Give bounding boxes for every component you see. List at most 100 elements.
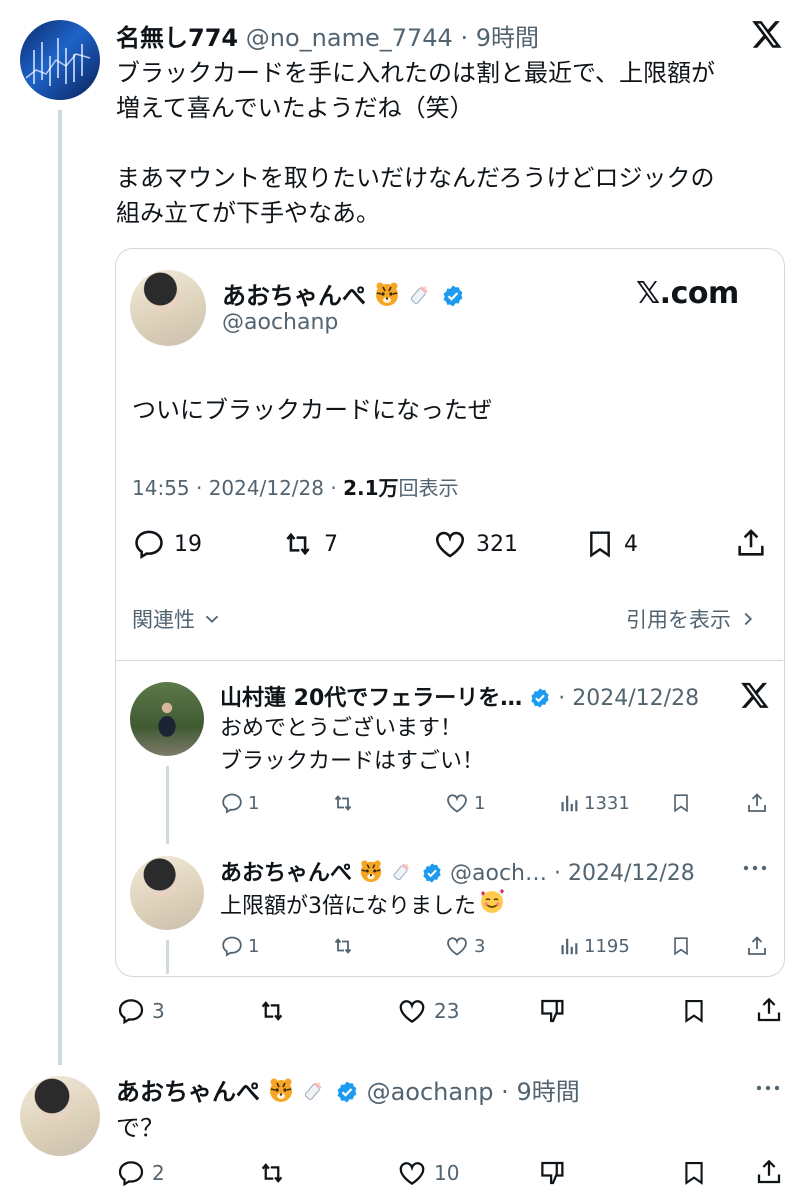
share-button[interactable] (754, 1157, 784, 1187)
tweet-header: あおちゃんぺ @aochanp · 9時間 (116, 1072, 580, 1110)
baby-bottle-icon (407, 281, 433, 313)
reply-button[interactable]: 2 (116, 1158, 165, 1188)
author-handle[interactable]: @no_name_7744 (246, 24, 453, 52)
embed-share-button[interactable] (734, 526, 768, 560)
downvote-button[interactable] (538, 996, 568, 1026)
reply-icon (118, 999, 144, 1025)
reply-text: 上限額が3倍になりました (220, 887, 506, 925)
embed-author-name[interactable]: あおちゃんぺ (222, 282, 366, 310)
tweet-time[interactable]: 9時間 (476, 24, 539, 52)
reply-date[interactable]: · 2024/12/28 (558, 686, 699, 711)
bookmark-button[interactable] (670, 934, 692, 958)
reply-icon (118, 1161, 144, 1187)
bookmark-icon (590, 531, 610, 558)
reply-icon (135, 530, 163, 560)
like-button[interactable]: 1 (444, 791, 485, 815)
like-button[interactable]: 3 (444, 934, 485, 958)
bookmark-button[interactable] (680, 996, 708, 1026)
bookmark-button[interactable] (680, 1158, 708, 1188)
embed-header: あおちゃんぺ (222, 276, 465, 314)
embed-bookmark-button[interactable]: 4 (584, 527, 638, 561)
reply-author-name[interactable]: あおちゃんぺ (220, 861, 352, 886)
bookmark-icon (674, 794, 688, 813)
tweet-time[interactable]: 9時間 (516, 1078, 579, 1106)
verified-badge-icon (421, 862, 443, 890)
verified-badge-icon (335, 1080, 359, 1110)
thread-line (58, 110, 62, 1065)
retweet-icon (334, 795, 352, 811)
smiling-face-with-hearts-icon (478, 887, 506, 925)
bookmark-icon (674, 937, 688, 956)
share-button[interactable] (754, 995, 784, 1025)
verified-badge-icon (529, 687, 551, 715)
chevron-right-icon (744, 612, 753, 626)
embed-retweet-button[interactable]: 7 (280, 527, 338, 561)
embed-author-handle[interactable]: @aochanp (222, 310, 338, 335)
avatar[interactable] (20, 20, 100, 100)
avatar[interactable] (130, 270, 206, 346)
bookmark-button[interactable] (670, 791, 692, 815)
baby-bottle-icon (301, 1077, 327, 1109)
retweet-button[interactable] (330, 934, 356, 958)
avatar[interactable] (20, 1076, 100, 1156)
more-options-icon[interactable] (740, 858, 770, 882)
reply-header: あおちゃんぺ @aoch… · 2024/12/28 (220, 855, 695, 890)
view-quotes-link[interactable]: 引用を表示 (626, 604, 759, 634)
x-com-logo: 𝕏.com (636, 276, 739, 311)
downvote-button[interactable] (538, 1158, 568, 1188)
embed-like-button[interactable]: 321 (432, 527, 518, 561)
bookmark-icon (685, 1000, 703, 1023)
avatar[interactable] (130, 856, 204, 930)
share-icon (738, 529, 764, 556)
avatar[interactable] (130, 682, 204, 756)
reply-text: おめでとうございます！ ブラックカードはすごい！ (220, 716, 485, 774)
author-handle[interactable]: @aochanp (367, 1078, 494, 1106)
retweet-button[interactable] (256, 996, 288, 1026)
tiger-icon (374, 281, 400, 313)
share-icon (757, 1159, 781, 1184)
like-button[interactable]: 10 (396, 1158, 459, 1188)
thread-line (166, 940, 169, 974)
heart-icon (399, 1000, 425, 1023)
reply-author-handle[interactable]: @aoch… (450, 861, 547, 886)
x-logo-icon (750, 18, 784, 50)
chevron-down-icon (205, 615, 219, 624)
views-icon (561, 795, 578, 812)
heart-icon (447, 937, 467, 956)
retweet-icon (261, 1163, 283, 1183)
heart-icon (399, 1162, 425, 1185)
like-button[interactable]: 23 (396, 996, 459, 1026)
author-name[interactable]: 名無し774 (116, 24, 238, 52)
tweet-text: ブラックカードを手に入れたのは割と最近で、上限額が 増えて喜んでいたようだね（笑… (116, 59, 716, 227)
reply-author-name[interactable]: 山村蓮 20代でフェラーリを… (220, 686, 522, 711)
reply-button[interactable]: 3 (116, 996, 165, 1026)
reply-header: 山村蓮 20代でフェラーリを… · 2024/12/28 (220, 680, 699, 715)
views-button[interactable]: 1195 (558, 934, 630, 958)
tweet-header: 名無し774 @no_name_7744 · 9時間 (116, 24, 539, 52)
retweet-icon (334, 938, 352, 954)
tiger-icon (268, 1077, 294, 1109)
tweet-text: で？ (116, 1114, 164, 1142)
reply-button[interactable]: 1 (220, 791, 259, 815)
x-logo-icon (740, 680, 770, 710)
baby-bottle-icon (390, 859, 414, 889)
heart-icon (435, 531, 465, 558)
views-button[interactable]: 1331 (558, 791, 630, 815)
retweet-button[interactable] (256, 1158, 288, 1188)
reply-button[interactable]: 1 (220, 934, 259, 958)
related-dropdown[interactable]: 関連性 (132, 604, 223, 634)
thumbs-down-icon (541, 999, 564, 1023)
heart-icon (447, 794, 467, 813)
embed-reply-button[interactable]: 19 (132, 527, 202, 561)
tiger-icon (359, 859, 383, 889)
reply-date[interactable]: · 2024/12/28 (554, 861, 695, 886)
views-icon (561, 938, 578, 955)
author-name[interactable]: あおちゃんぺ (116, 1078, 260, 1106)
share-button[interactable] (745, 791, 769, 815)
retweet-button[interactable] (330, 791, 356, 815)
thread-line (166, 766, 169, 844)
more-options-icon[interactable] (752, 1078, 784, 1102)
divider (116, 660, 783, 661)
share-button[interactable] (745, 934, 769, 958)
retweet-icon (261, 1001, 283, 1021)
